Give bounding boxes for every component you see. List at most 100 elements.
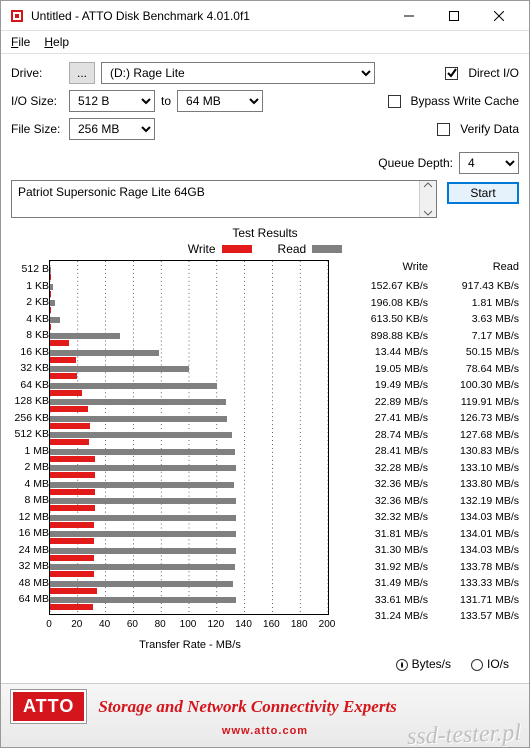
read-bar: [50, 317, 60, 323]
chart-row: [50, 497, 328, 514]
write-bar: [50, 390, 82, 396]
chart-row: [50, 596, 328, 613]
app-icon: [9, 8, 25, 24]
write-bar: [50, 588, 97, 594]
queue-depth-select[interactable]: 4: [459, 152, 519, 174]
write-bar: [50, 456, 95, 462]
write-bar: [50, 538, 94, 544]
write-bar: [50, 340, 69, 346]
chart-row: [50, 365, 328, 382]
bypass-cache-checkbox[interactable]: [388, 95, 401, 108]
chart-row: [50, 431, 328, 448]
write-bar: [50, 357, 76, 363]
queue-depth-label: Queue Depth:: [378, 156, 453, 170]
atto-logo: ATTO: [11, 690, 86, 723]
read-bar: [50, 300, 55, 306]
drive-select[interactable]: (D:) Rage Lite: [101, 62, 375, 84]
menubar: File Help: [1, 31, 529, 54]
legend-write-label: Write: [188, 242, 216, 256]
write-bar: [50, 522, 94, 528]
read-bar: [50, 581, 233, 587]
write-bar: [50, 472, 95, 478]
filesize-label: File Size:: [11, 122, 69, 136]
write-bar: [50, 604, 93, 610]
write-bar: [50, 423, 90, 429]
write-bar: [50, 489, 95, 495]
minimize-button[interactable]: [386, 1, 431, 30]
read-bar: [50, 267, 51, 273]
read-bar: [50, 465, 236, 471]
write-bar: [50, 505, 95, 511]
drive-label: Drive:: [11, 66, 69, 80]
chart-row: [50, 563, 328, 580]
bypass-cache-label: Bypass Write Cache: [411, 94, 520, 108]
write-bar: [50, 571, 94, 577]
scroll-up-icon: [423, 181, 433, 189]
results-title: Test Results: [11, 226, 519, 240]
chart-row: [50, 299, 328, 316]
legend-read-swatch: [312, 245, 342, 253]
iosize-to-select[interactable]: 64 MB: [177, 90, 263, 112]
maximize-button[interactable]: [431, 1, 476, 30]
filesize-select[interactable]: 256 MB: [69, 118, 155, 140]
read-bar: [50, 432, 232, 438]
footer: ATTO Storage and Network Connectivity Ex…: [1, 683, 529, 747]
read-bar: [50, 515, 236, 521]
results-panel: Test Results Write Read 512 B1 KB2 KB4 K…: [1, 226, 529, 683]
chart-legend: Write Read: [11, 242, 519, 256]
legend-write-swatch: [222, 245, 252, 253]
read-bar: [50, 399, 226, 405]
titlebar: Untitled - ATTO Disk Benchmark 4.01.0f1: [1, 1, 529, 31]
chart-row: [50, 481, 328, 498]
menu-file[interactable]: File: [11, 35, 30, 49]
read-bar: [50, 350, 159, 356]
ios-radio[interactable]: IO/s: [471, 657, 509, 671]
write-bar: [50, 406, 88, 412]
write-bar: [50, 324, 51, 330]
chart-row: [50, 530, 328, 547]
legend-read-label: Read: [278, 242, 307, 256]
iosize-from-select[interactable]: 512 B: [69, 90, 155, 112]
browse-drive-button[interactable]: ...: [69, 62, 95, 84]
read-bar: [50, 449, 235, 455]
chart-row: [50, 415, 328, 432]
close-button[interactable]: [476, 1, 521, 30]
chart-row: [50, 547, 328, 564]
description-scrollbar[interactable]: [419, 181, 436, 217]
description-text: Patriot Supersonic Rage Lite 64GB: [18, 185, 205, 199]
scroll-down-icon: [423, 209, 433, 217]
direct-io-checkbox[interactable]: [445, 67, 458, 80]
write-values-column: Write152.67 KB/s196.08 KB/s613.50 KB/s89…: [337, 260, 428, 651]
read-values-column: Read917.43 KB/s1.81 MB/s3.63 MB/s7.17 MB…: [428, 260, 519, 651]
footer-slogan: Storage and Network Connectivity Experts: [98, 697, 396, 717]
read-bar: [50, 383, 217, 389]
read-bar: [50, 333, 120, 339]
unit-selector: Bytes/s IO/s: [11, 651, 519, 675]
read-bar: [50, 548, 236, 554]
chart-row: [50, 349, 328, 366]
chart-row: [50, 514, 328, 531]
write-bar: [50, 307, 51, 313]
to-label: to: [161, 94, 171, 108]
window-title: Untitled - ATTO Disk Benchmark 4.01.0f1: [31, 9, 386, 23]
read-bar: [50, 531, 236, 537]
start-button[interactable]: Start: [447, 182, 519, 204]
read-bar: [50, 284, 53, 290]
description-textarea[interactable]: Patriot Supersonic Rage Lite 64GB: [11, 180, 437, 218]
read-bar: [50, 597, 236, 603]
bytes-radio[interactable]: Bytes/s: [396, 657, 451, 671]
write-bar: [50, 439, 89, 445]
chart-row: [50, 448, 328, 465]
chart-row: [50, 316, 328, 333]
read-bar: [50, 482, 234, 488]
app-window: Untitled - ATTO Disk Benchmark 4.01.0f1 …: [0, 0, 530, 748]
chart-y-labels: 512 B1 KB2 KB4 KB8 KB16 KB32 KB64 KB128 …: [11, 260, 49, 651]
write-bar: [50, 555, 94, 561]
controls-panel: Drive: ... (D:) Rage Lite Direct I/O I/O…: [1, 54, 529, 152]
menu-help[interactable]: Help: [44, 35, 69, 49]
chart-row: [50, 283, 328, 300]
chart-row: [50, 580, 328, 597]
read-bar: [50, 564, 235, 570]
chart-x-axis: 020406080100120140160180200: [49, 619, 331, 637]
verify-data-checkbox[interactable]: [437, 123, 450, 136]
